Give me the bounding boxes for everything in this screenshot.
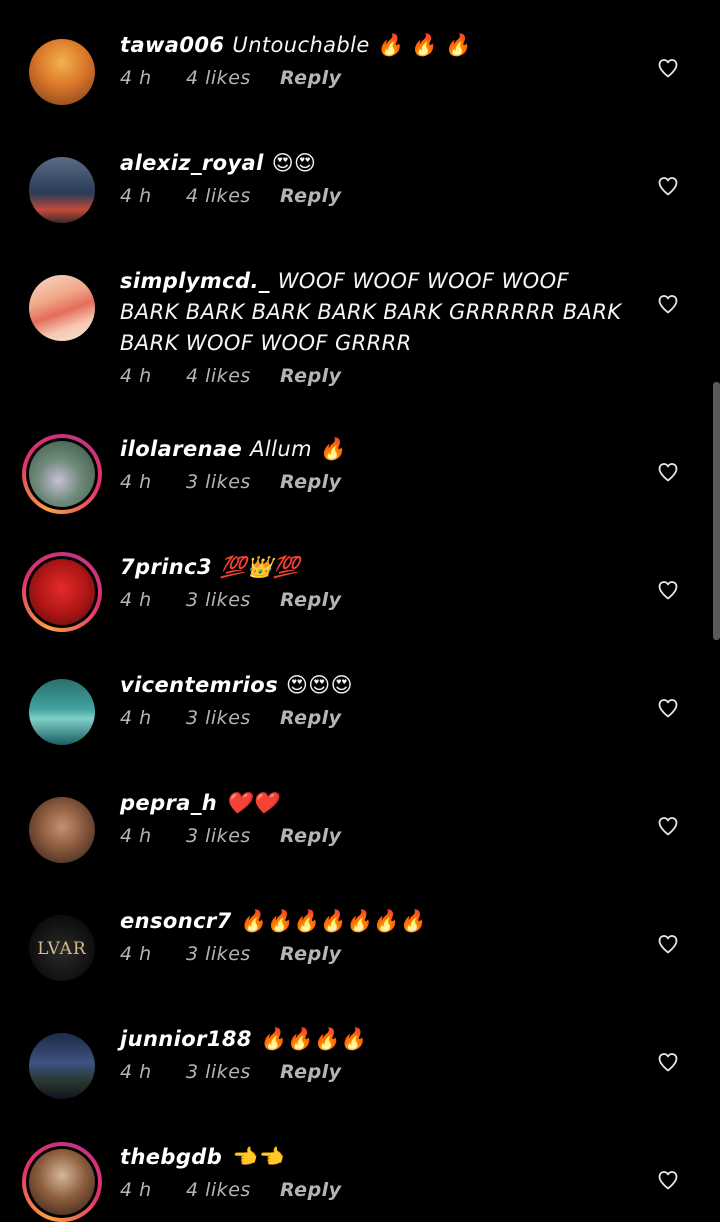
avatar-image [29, 797, 95, 863]
reply-button[interactable]: Reply [280, 67, 342, 89]
comment-likes[interactable]: 4 likes [186, 365, 280, 387]
comment-username[interactable]: tawa006 [120, 33, 224, 57]
scrollbar-thumb[interactable] [713, 382, 720, 640]
avatar[interactable] [22, 1142, 102, 1222]
comment-likes[interactable]: 3 likes [186, 825, 280, 847]
comment-text: 😍😍 [271, 151, 317, 175]
comment-text: 😍😍😍 [285, 673, 353, 697]
avatar-image [29, 275, 95, 341]
comment-time: 4 h [120, 67, 152, 89]
comment-text: 🔥🔥🔥🔥🔥🔥🔥 [239, 909, 426, 933]
comment-likes[interactable]: 3 likes [186, 471, 280, 493]
avatar[interactable] [22, 32, 102, 112]
heart-outline-icon[interactable] [656, 1168, 680, 1192]
comment-time: 4 h [120, 1061, 152, 1083]
heart-outline-icon[interactable] [656, 578, 680, 602]
comment-time: 4 h [120, 943, 152, 965]
avatar-image [29, 559, 95, 625]
heart-outline-icon[interactable] [656, 56, 680, 80]
comment-username[interactable]: vicentemrios [120, 673, 278, 697]
heart-outline-icon[interactable] [656, 814, 680, 838]
comment-text: Allum 🔥 [250, 437, 346, 461]
reply-button[interactable]: Reply [280, 1179, 342, 1201]
heart-outline-icon[interactable] [656, 460, 680, 484]
heart-outline-icon[interactable] [656, 696, 680, 720]
comment-time: 4 h [120, 471, 152, 493]
heart-outline-icon[interactable] [656, 292, 680, 316]
reply-button[interactable]: Reply [280, 1061, 342, 1083]
comment-text: ❤️❤️ [225, 791, 279, 815]
avatar-image [29, 157, 95, 223]
comment-text: Untouchable 🔥 🔥 🔥 [232, 33, 471, 57]
avatar-logo-text: LVAR [37, 939, 87, 959]
avatar-image [29, 441, 95, 507]
heart-outline-icon[interactable] [656, 174, 680, 198]
comment-username[interactable]: ilolarenae [120, 437, 242, 461]
reply-button[interactable]: Reply [280, 365, 342, 387]
avatar[interactable] [22, 790, 102, 870]
comment-likes[interactable]: 3 likes [186, 589, 280, 611]
comment-username[interactable]: simplymcd._ [120, 269, 270, 293]
avatar[interactable] [22, 268, 102, 348]
comment-time: 4 h [120, 589, 152, 611]
comment-likes[interactable]: 4 likes [186, 67, 280, 89]
comment-username[interactable]: 7princ3 [120, 555, 212, 579]
comment-likes[interactable]: 4 likes [186, 185, 280, 207]
comment-likes[interactable]: 3 likes [186, 707, 280, 729]
heart-outline-icon[interactable] [656, 932, 680, 956]
comment-time: 4 h [120, 365, 152, 387]
avatar[interactable]: LVAR [22, 908, 102, 988]
reply-button[interactable]: Reply [280, 825, 342, 847]
avatar[interactable] [22, 672, 102, 752]
comment-text: 🔥🔥🔥🔥 [259, 1027, 367, 1051]
avatar[interactable] [22, 150, 102, 230]
avatar[interactable] [22, 434, 102, 514]
comment-text: 💯👑💯 [220, 555, 300, 579]
avatar-image [29, 1033, 95, 1099]
comment-username[interactable]: alexiz_royal [120, 151, 264, 175]
reply-button[interactable]: Reply [280, 707, 342, 729]
avatar-image [29, 1149, 95, 1215]
comment-time: 4 h [120, 825, 152, 847]
reply-button[interactable]: Reply [280, 589, 342, 611]
avatar[interactable] [22, 1026, 102, 1106]
comment-username[interactable]: pepra_h [120, 791, 217, 815]
comment-username[interactable]: junnior188 [120, 1027, 252, 1051]
reply-button[interactable]: Reply [280, 943, 342, 965]
avatar-image [29, 679, 95, 745]
comment-likes[interactable]: 3 likes [186, 943, 280, 965]
heart-outline-icon[interactable] [656, 1050, 680, 1074]
comment-username[interactable]: thebgdb [120, 1145, 222, 1169]
comment-time: 4 h [120, 707, 152, 729]
avatar-image [29, 39, 95, 105]
avatar[interactable] [22, 552, 102, 632]
comment-text: 👈👈 [230, 1145, 284, 1169]
comment-username[interactable]: ensoncr7 [120, 909, 232, 933]
reply-button[interactable]: Reply [280, 471, 342, 493]
reply-button[interactable]: Reply [280, 185, 342, 207]
comment-likes[interactable]: 3 likes [186, 1061, 280, 1083]
comment-likes[interactable]: 4 likes [186, 1179, 280, 1201]
comment-time: 4 h [120, 1179, 152, 1201]
avatar-image: LVAR [29, 915, 95, 981]
comment-time: 4 h [120, 185, 152, 207]
